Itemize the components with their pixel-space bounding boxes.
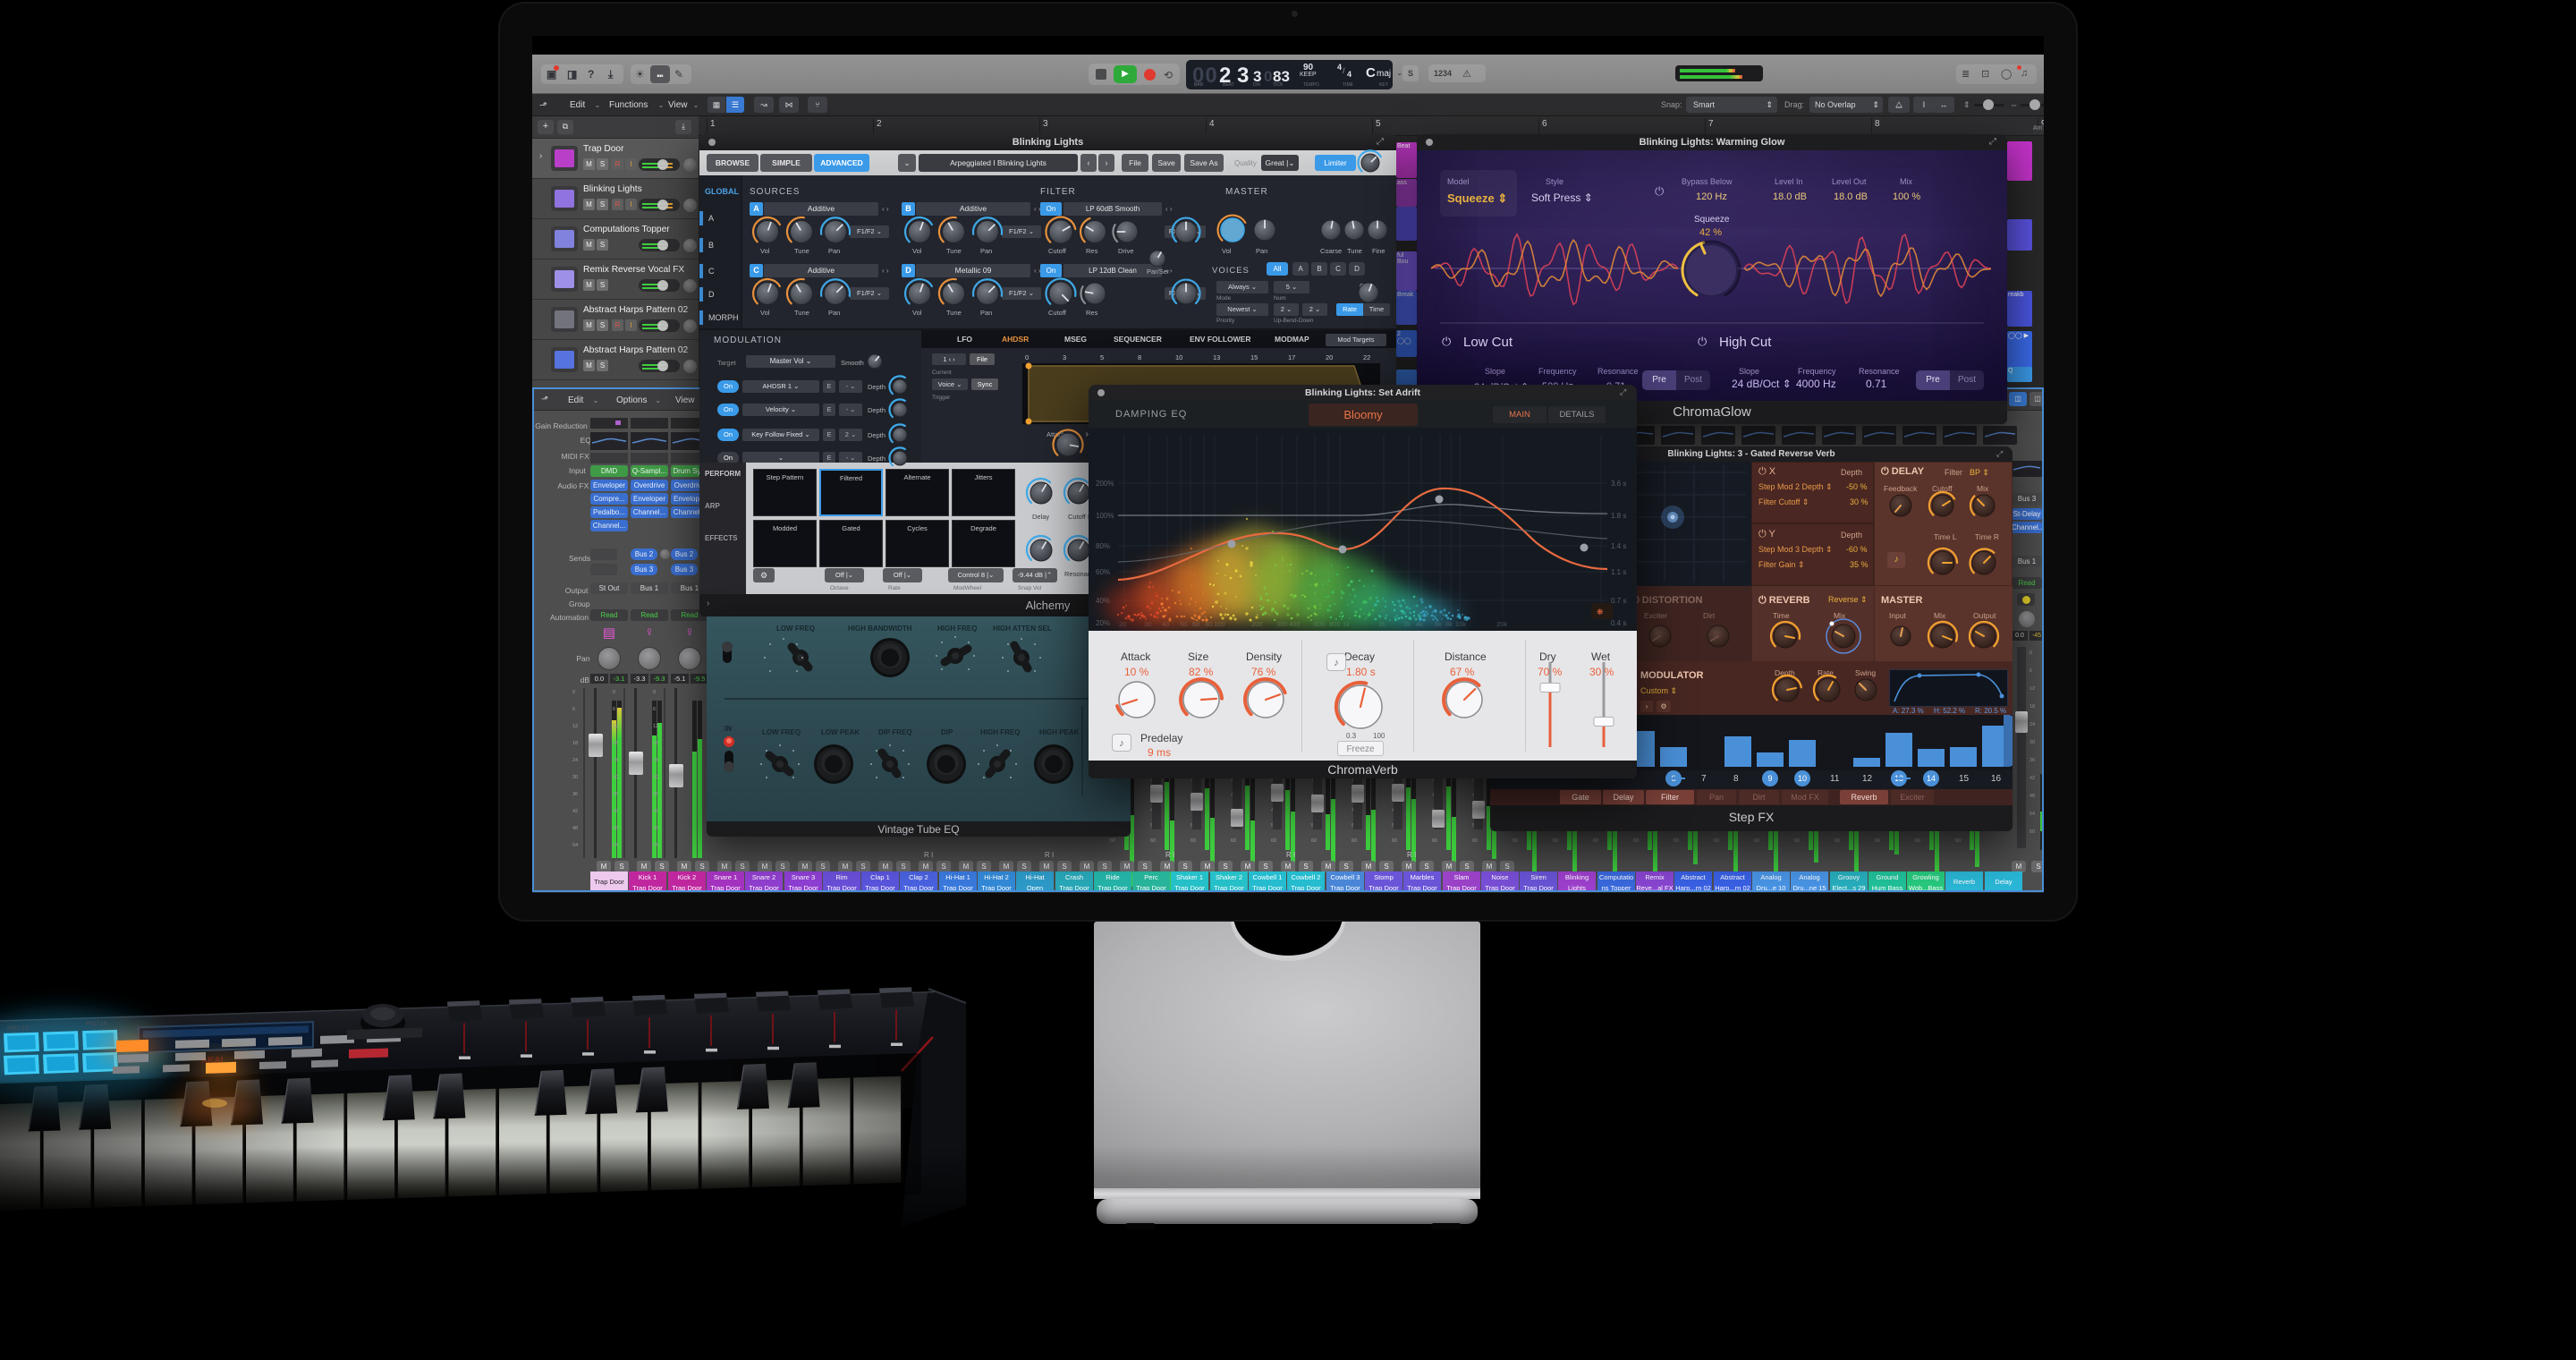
svg-text:LOW FREQ: LOW FREQ xyxy=(762,728,801,736)
svg-text:200%: 200% xyxy=(1096,480,1114,488)
svg-text:1.1 s: 1.1 s xyxy=(1611,568,1626,576)
svg-text:80%: 80% xyxy=(1096,542,1110,550)
svg-text:HIGH ATTEN SEL: HIGH ATTEN SEL xyxy=(993,625,1052,633)
svg-text:HIGH BANDWIDTH: HIGH BANDWIDTH xyxy=(848,625,912,633)
svg-text:1.8 s: 1.8 s xyxy=(1611,512,1626,520)
svg-text:LOW FREQ: LOW FREQ xyxy=(776,625,815,633)
svg-text:DIP: DIP xyxy=(941,728,953,736)
svg-text:0.4 s: 0.4 s xyxy=(1611,619,1626,627)
svg-text:LOW PEAK: LOW PEAK xyxy=(821,728,860,736)
svg-text:DIP FREQ: DIP FREQ xyxy=(878,728,912,736)
svg-text:❋: ❋ xyxy=(1597,608,1604,616)
svg-text:HIGH FREQ: HIGH FREQ xyxy=(980,728,1020,736)
svg-text:HIGH FREQ: HIGH FREQ xyxy=(937,625,977,633)
svg-text:20k: 20k xyxy=(1496,620,1507,628)
svg-text:0.7 s: 0.7 s xyxy=(1611,597,1626,605)
svg-text:100%: 100% xyxy=(1096,512,1114,520)
svg-text:PAD 13: PAD 13 xyxy=(7,1025,29,1032)
svg-text:HIGH PEAK: HIGH PEAK xyxy=(1039,728,1080,736)
svg-text:3.6 s: 3.6 s xyxy=(1611,480,1626,488)
svg-text:20%: 20% xyxy=(1096,619,1110,627)
svg-text:PAD 16: PAD 16 xyxy=(86,1021,107,1027)
svg-text:1.4 s: 1.4 s xyxy=(1611,542,1626,550)
svg-text:60%: 60% xyxy=(1096,568,1110,576)
svg-text:IN: IN xyxy=(724,725,732,733)
